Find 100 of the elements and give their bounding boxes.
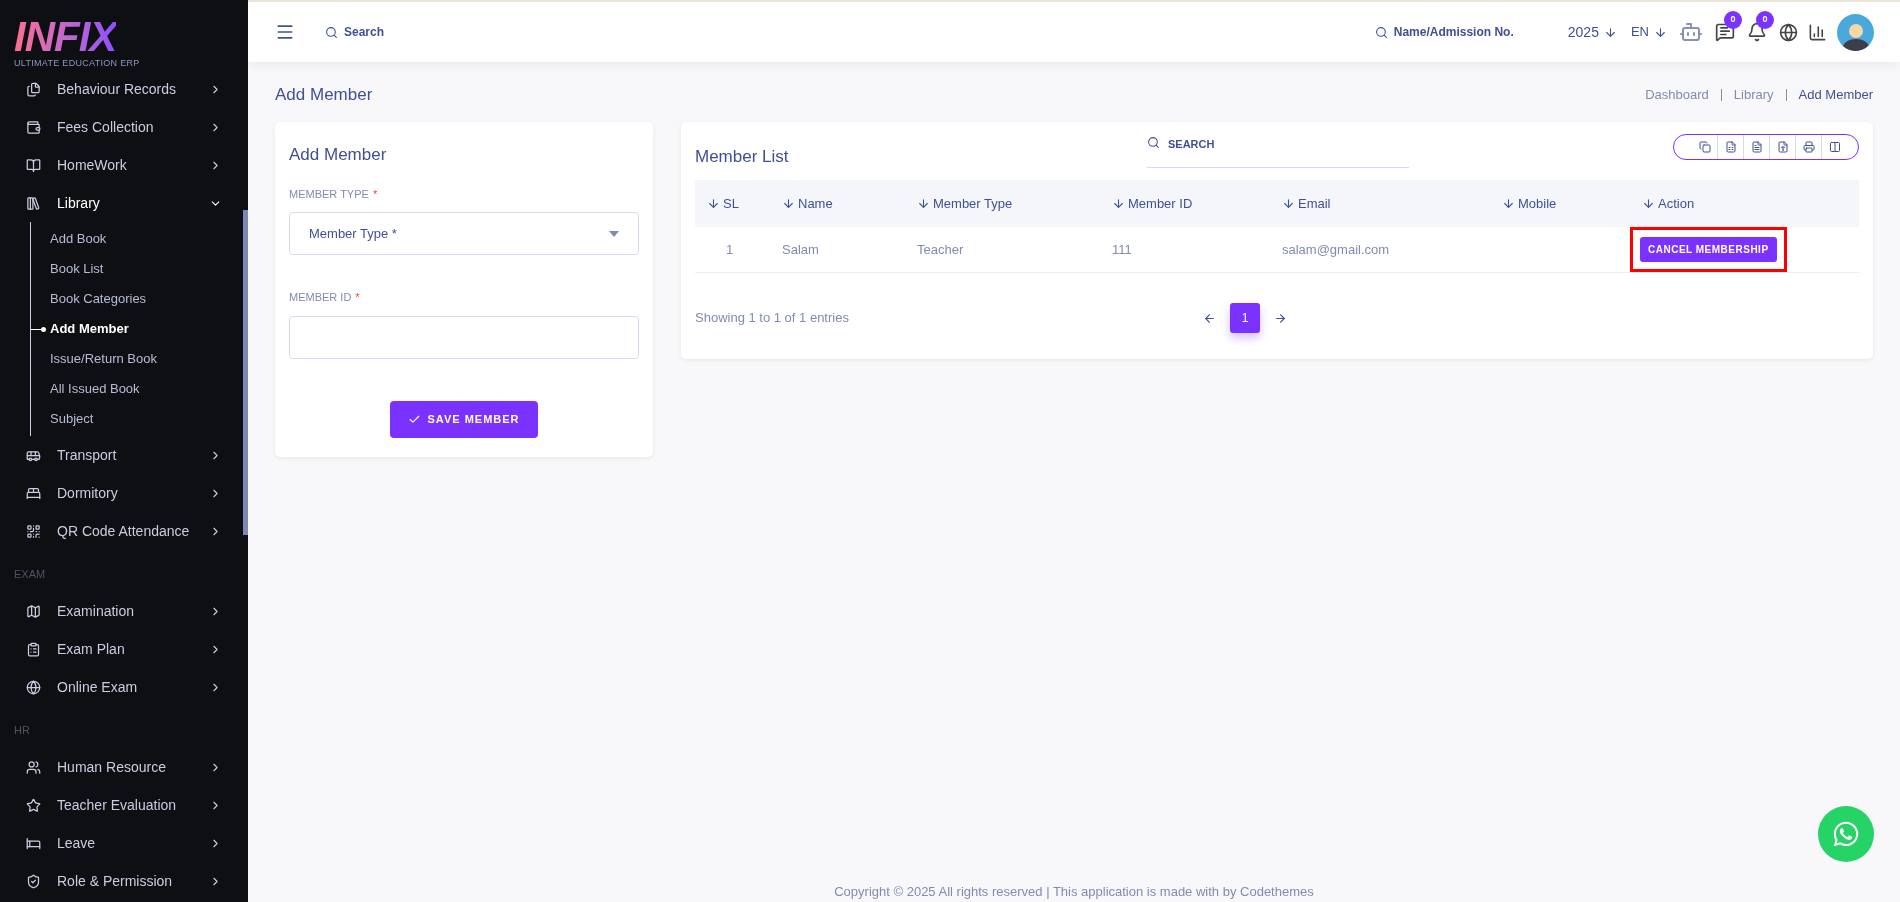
next-page-icon[interactable] <box>1274 311 1287 325</box>
arrow-down-icon <box>1603 25 1617 39</box>
student-search-field[interactable]: Name/Admission No. <box>1374 23 1514 41</box>
table-cell: Salam <box>782 241 819 257</box>
required-mark: * <box>355 290 360 305</box>
sidebar-item[interactable]: HomeWork <box>0 146 240 184</box>
table-cell: Teacher <box>917 241 964 257</box>
sidebar-section-heading: EXAM <box>13 567 47 582</box>
table-cell: 111 <box>1112 241 1132 257</box>
printer-icon[interactable] <box>1802 141 1815 153</box>
menu-icon[interactable] <box>275 22 295 42</box>
sidebar-item[interactable]: Library <box>0 184 240 222</box>
files-icon <box>26 81 41 97</box>
page-button[interactable]: 1 <box>1230 303 1260 333</box>
required-mark: * <box>372 186 378 202</box>
submenu-item[interactable]: Issue/Return Book <box>50 349 157 369</box>
sort-arrow-icon[interactable] <box>917 197 930 210</box>
star-icon <box>26 797 41 813</box>
shield-icon <box>26 873 41 889</box>
qr-code-icon <box>26 523 41 539</box>
submenu-item[interactable]: Add Book <box>50 229 107 249</box>
robot-icon[interactable] <box>1679 20 1703 44</box>
users-icon <box>26 759 41 775</box>
page-title: Add Member <box>275 84 373 107</box>
file-icon[interactable] <box>1776 141 1789 153</box>
bed-icon <box>26 835 41 851</box>
card-title: Member List <box>695 146 790 168</box>
column-header[interactable]: SL <box>723 193 739 214</box>
globe-icon <box>26 679 41 695</box>
sort-arrow-icon[interactable] <box>1282 197 1295 210</box>
bell-icon[interactable] <box>1747 22 1767 42</box>
sidebar-section-heading: HR <box>13 723 31 738</box>
sidebar-item[interactable]: Role & Permission <box>0 862 240 900</box>
copy-icon[interactable] <box>1698 141 1711 153</box>
sidebar-item[interactable]: Online Exam <box>0 668 240 706</box>
sidebar-item[interactable]: Teacher Evaluation <box>0 786 240 824</box>
sort-arrow-icon[interactable] <box>1502 197 1515 210</box>
arrow-down-icon <box>1654 25 1667 39</box>
column-header[interactable]: Action <box>1658 193 1695 214</box>
map-icon <box>26 603 41 619</box>
column-header[interactable]: Mobile <box>1518 193 1557 214</box>
sort-arrow-icon[interactable] <box>1112 197 1125 210</box>
sidebar-item[interactable]: Behaviour Records <box>0 70 240 108</box>
field-label: MEMBER ID <box>289 290 352 305</box>
sidebar-item[interactable]: Human Resource <box>0 748 240 786</box>
bed-icon <box>26 485 41 501</box>
search-icon <box>1147 136 1160 149</box>
card-title: Add Member <box>289 144 388 166</box>
dropdown-triangle-icon <box>609 230 619 237</box>
submenu-item[interactable]: Add Member <box>50 319 129 339</box>
sidebar-item[interactable]: Fees Collection <box>0 108 240 146</box>
wallet-icon <box>26 119 41 135</box>
sidebar-item[interactable]: Dormitory <box>0 474 240 512</box>
message-count-badge: 0 <box>1724 11 1742 29</box>
logo-tagline: ULTIMATE EDUCATION ERP <box>14 58 141 68</box>
member-id-input[interactable] <box>289 315 639 359</box>
search-icon <box>1374 25 1388 39</box>
entries-info: Showing 1 to 1 of 1 entries <box>695 309 850 328</box>
sort-arrow-icon[interactable] <box>1642 197 1655 210</box>
sidebar-item[interactable]: QR Code Attendance <box>0 512 240 550</box>
submenu-item[interactable]: Subject <box>50 409 94 429</box>
sidebar-item[interactable]: Examination <box>0 592 240 630</box>
submenu-item[interactable]: Book Categories <box>50 289 147 309</box>
sort-arrow-icon[interactable] <box>707 197 720 210</box>
avatar[interactable] <box>1837 13 1874 51</box>
column-header[interactable]: Member ID <box>1128 193 1193 214</box>
year-selector[interactable]: 2025 <box>1567 21 1617 43</box>
books-icon <box>26 195 41 211</box>
sidebar-item[interactable]: Exam Plan <box>0 630 240 668</box>
sidebar-item[interactable]: Leave <box>0 824 240 862</box>
globe-icon[interactable] <box>1779 22 1798 42</box>
message-icon[interactable] <box>1715 22 1735 42</box>
columns-icon[interactable] <box>1829 141 1841 153</box>
field-label: MEMBER TYPE <box>289 186 369 202</box>
previous-page-icon[interactable] <box>1203 311 1216 325</box>
table-cell: 1 <box>726 241 734 257</box>
book-icon <box>26 157 41 173</box>
search-field[interactable]: Search <box>325 23 385 41</box>
scrollbar-thumb[interactable] <box>243 210 248 535</box>
table-search-field[interactable]: SEARCH <box>1147 136 1409 168</box>
search-icon <box>325 25 338 39</box>
language-selector[interactable]: EN <box>1630 22 1667 42</box>
column-header[interactable]: Email <box>1298 193 1331 214</box>
footer-text: Copyright © 2025 All rights reserved | This application is made with by Codethemes <box>834 883 1314 900</box>
chart-icon[interactable] <box>1808 22 1827 42</box>
column-header[interactable]: Member Type <box>933 193 1013 214</box>
clipboard-icon <box>26 641 41 657</box>
cancel-membership-button[interactable]: CANCEL MEMBERSHIP <box>1640 237 1777 262</box>
submenu-item[interactable]: All Issued Book <box>50 379 140 399</box>
spreadsheet-icon[interactable] <box>1724 141 1737 153</box>
sidebar-item[interactable]: Transport <box>0 436 240 474</box>
member-type-select[interactable]: Member Type * <box>289 212 639 255</box>
column-header[interactable]: Name <box>798 193 833 214</box>
table-cell: salam@gmail.com <box>1282 241 1390 257</box>
sort-arrow-icon[interactable] <box>782 197 795 210</box>
whatsapp-icon <box>1832 820 1860 848</box>
submenu-item[interactable]: Book List <box>50 259 104 279</box>
notification-count-badge: 0 <box>1756 11 1774 29</box>
document-icon[interactable] <box>1750 141 1763 153</box>
save-member-button[interactable]: SAVE MEMBER <box>390 400 538 438</box>
